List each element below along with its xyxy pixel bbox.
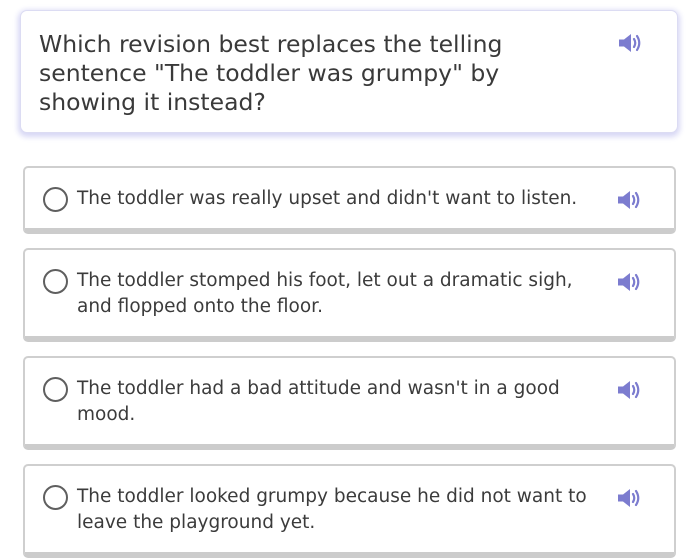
speaker-icon <box>618 489 640 507</box>
speaker-icon <box>618 273 640 291</box>
answer-speaker-icon[interactable] <box>616 271 642 293</box>
answer-text: The toddler looked grumpy because he did… <box>77 486 587 533</box>
radio-button[interactable] <box>43 269 68 294</box>
question-text: Which revision best replaces the telling… <box>39 30 503 116</box>
radio-button[interactable] <box>43 187 68 212</box>
radio-button[interactable] <box>43 377 68 402</box>
question-speaker-icon[interactable] <box>617 32 643 54</box>
speaker-icon <box>618 381 640 399</box>
answer-speaker-icon[interactable] <box>616 487 642 509</box>
answer-option-3[interactable]: The toddler had a bad attitude and wasn'… <box>23 356 676 450</box>
answer-text: The toddler had a bad attitude and wasn'… <box>77 378 560 425</box>
answer-speaker-icon[interactable] <box>616 379 642 401</box>
answer-speaker-icon[interactable] <box>616 189 642 211</box>
radio-button[interactable] <box>43 485 68 510</box>
question-card: Which revision best replaces the telling… <box>21 11 677 132</box>
speaker-icon <box>619 34 641 52</box>
answer-option-1[interactable]: The toddler was really upset and didn't … <box>23 166 676 234</box>
answer-text: The toddler stomped his foot, let out a … <box>77 270 573 317</box>
answer-text: The toddler was really upset and didn't … <box>77 188 578 209</box>
speaker-icon <box>618 191 640 209</box>
answer-option-4[interactable]: The toddler looked grumpy because he did… <box>23 464 676 558</box>
answer-option-2[interactable]: The toddler stomped his foot, let out a … <box>23 248 676 342</box>
